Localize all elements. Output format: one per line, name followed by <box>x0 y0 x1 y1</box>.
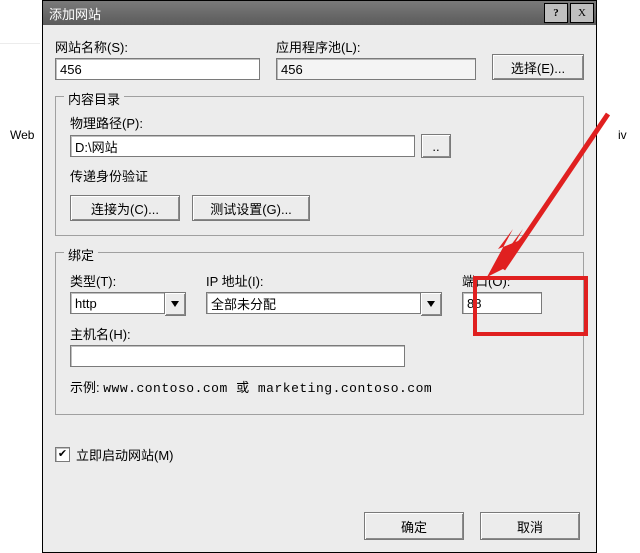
start-website-checkbox[interactable]: ✔ <box>55 447 70 462</box>
browse-path-button[interactable]: .. <box>421 134 451 158</box>
test-settings-button[interactable]: 测试设置(G)... <box>192 195 310 221</box>
type-combo[interactable] <box>70 292 190 316</box>
physical-path-input[interactable] <box>70 135 415 157</box>
binding-title: 绑定 <box>64 245 98 264</box>
type-label: 类型(T): <box>70 271 190 290</box>
app-pool-input[interactable] <box>276 58 476 80</box>
title-bar[interactable]: 添加网站 ? X <box>43 1 596 25</box>
ip-label: IP 地址(I): <box>206 271 446 290</box>
connect-as-button[interactable]: 连接为(C)... <box>70 195 180 221</box>
content-directory-title: 内容目录 <box>64 89 124 108</box>
port-label: 端口(O): <box>462 271 557 290</box>
select-app-pool-button[interactable]: 选择(E)... <box>492 54 584 80</box>
background-label: Web <box>10 128 34 142</box>
port-input[interactable] <box>462 292 542 314</box>
check-icon: ✔ <box>58 449 67 460</box>
host-label: 主机名(H): <box>70 324 569 343</box>
dialog-title: 添加网站 <box>49 4 542 23</box>
chevron-down-icon[interactable] <box>421 292 442 316</box>
binding-group: 绑定 类型(T): IP 地址(I): <box>55 252 584 415</box>
example-text: www.contoso.com 或 marketing.contoso.com <box>103 381 432 396</box>
content-directory-group: 内容目录 物理路径(P): .. 传递身份验证 连接为(C)... 测试设置(G… <box>55 96 584 236</box>
site-name-label: 网站名称(S): <box>55 37 264 56</box>
site-name-input[interactable] <box>55 58 260 80</box>
app-pool-label: 应用程序池(L): <box>276 37 480 56</box>
type-combo-input[interactable] <box>70 292 165 314</box>
pass-auth-label: 传递身份验证 <box>70 166 569 185</box>
title-close-button[interactable]: X <box>570 3 594 23</box>
physical-path-label: 物理路径(P): <box>70 113 569 132</box>
start-website-label: 立即启动网站(M) <box>76 445 174 464</box>
background-label-right: iv <box>618 128 627 142</box>
example-label: 示例: <box>70 380 100 395</box>
chevron-down-icon[interactable] <box>165 292 186 316</box>
ip-combo[interactable] <box>206 292 446 316</box>
cancel-button[interactable]: 取消 <box>480 512 580 540</box>
ip-combo-input[interactable] <box>206 292 421 314</box>
host-input[interactable] <box>70 345 405 367</box>
title-help-button[interactable]: ? <box>544 3 568 23</box>
ok-button[interactable]: 确定 <box>364 512 464 540</box>
add-website-dialog: 添加网站 ? X 网站名称(S): 应用程序池(L): 选择(E)... <box>42 0 597 553</box>
